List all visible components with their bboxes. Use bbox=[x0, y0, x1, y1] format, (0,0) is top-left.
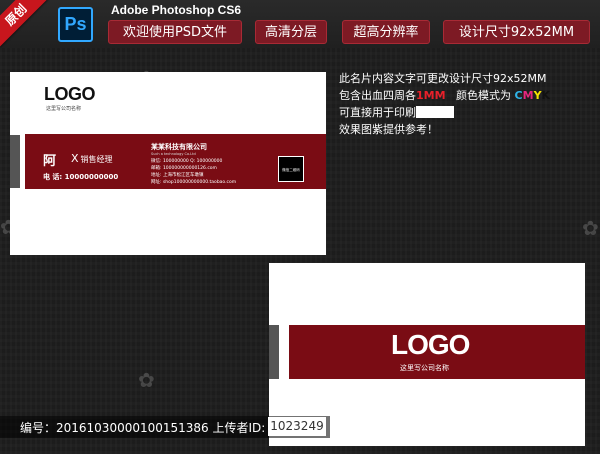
card-back-logo: LOGO bbox=[391, 329, 470, 360]
card-name: 阿 bbox=[43, 154, 57, 169]
footer-id-text: 编号：20161030000100151386 上传者ID: bbox=[20, 421, 266, 435]
contact-line: 地址: 上海市松江区车墩镇 bbox=[151, 173, 204, 178]
cmyk-k: K bbox=[541, 89, 551, 102]
business-card-front: LOGO 这里写公司名称 阿 X 销售经理 电 话: 10000000000 某某… bbox=[10, 72, 326, 255]
card-logo: LOGO bbox=[44, 84, 96, 104]
watermark-icon: ✿ bbox=[138, 66, 155, 90]
cmyk-c: C bbox=[514, 89, 523, 102]
desc-line1: 此名片内容文字可更改设计尺寸92x52MM bbox=[339, 72, 547, 85]
contact-line: 网址: shop100000000000.taobao.com bbox=[151, 180, 237, 185]
app-name: Adobe Photoshop CS6 bbox=[111, 3, 241, 17]
card-company-en: Such a technology Co.Ltd bbox=[151, 152, 196, 156]
qr-code: 微信二维码 bbox=[278, 156, 304, 182]
tag-size: 设计尺寸92x52MM bbox=[443, 20, 590, 44]
card-title: X 销售经理 bbox=[71, 152, 113, 165]
card-back-gray-tab bbox=[269, 325, 279, 379]
tag-psd: 欢迎使用PSD文件 bbox=[108, 20, 242, 44]
card-back-logo-subtitle: 这里写公司名称 bbox=[400, 364, 449, 372]
cmyk-m: M bbox=[522, 89, 534, 102]
white-swatch bbox=[416, 106, 454, 118]
watermark-icon: ✿ bbox=[0, 215, 17, 239]
cmyk-y: Y bbox=[533, 89, 542, 102]
contact-line: 邮箱: 100000000000126.com bbox=[151, 166, 217, 171]
bleed-value: 1MM bbox=[416, 89, 446, 102]
tag-layered: 高清分层 bbox=[255, 20, 327, 44]
contact-line: 微信: 100000000 Q: 100000000 bbox=[151, 159, 223, 164]
uploader-id: 1023249 bbox=[268, 417, 326, 436]
card-gray-tab bbox=[10, 135, 20, 188]
card-logo-subtitle: 这里写公司名称 bbox=[46, 106, 82, 112]
card-phone: 电 话: 10000000000 bbox=[43, 173, 119, 181]
photoshop-icon: Ps bbox=[58, 7, 93, 42]
title-initial: X bbox=[71, 152, 79, 165]
card-company: 某某科技有限公司 bbox=[151, 143, 207, 151]
desc-line2: 包含出血四周各1MM 颜色模式为 CMYK bbox=[339, 89, 551, 102]
card-contact: 微信: 100000000 Q: 100000000 邮箱: 100000000… bbox=[151, 158, 236, 186]
description: 此名片内容文字可更改设计尺寸92x52MM 包含出血四周各1MM 颜色模式为 C… bbox=[339, 70, 550, 138]
title-text: 销售经理 bbox=[80, 155, 113, 164]
tag-resolution: 超高分辨率 bbox=[342, 20, 430, 44]
desc-line3: 可直接用于印刷 bbox=[339, 104, 550, 121]
watermark-icon: ✿ bbox=[138, 368, 155, 392]
desc-line4: 效果图紫提供参考！ bbox=[339, 123, 438, 136]
watermark-icon: ✿ bbox=[582, 216, 599, 240]
